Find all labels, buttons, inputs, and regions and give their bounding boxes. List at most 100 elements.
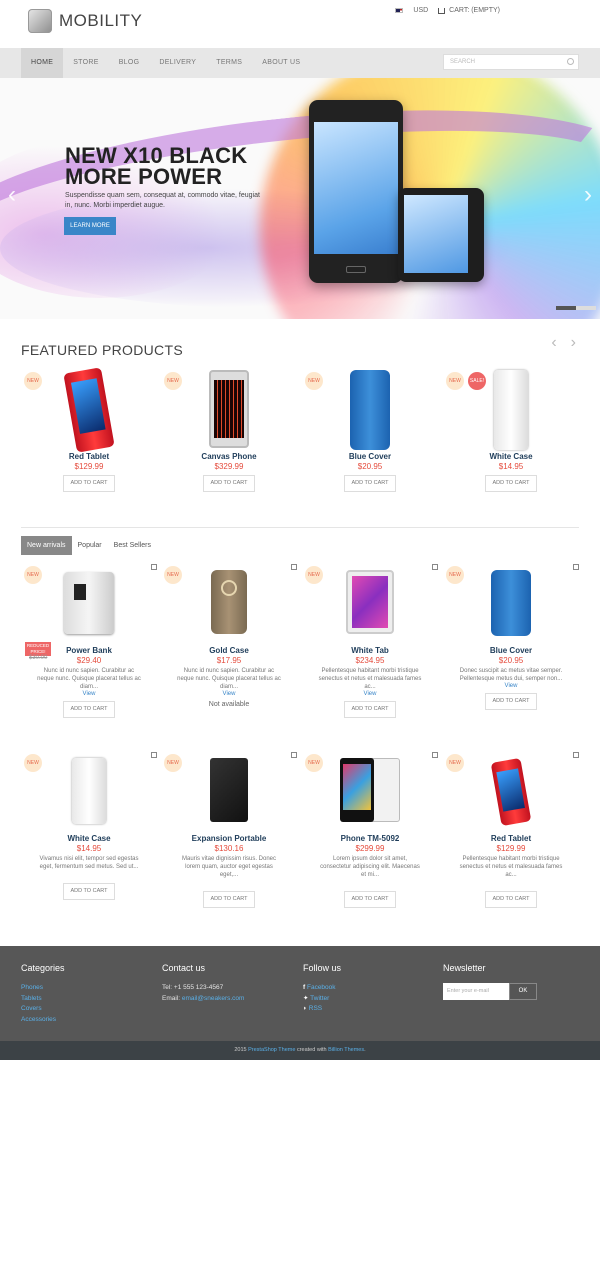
product-card[interactable]: NEW White Case $14.95 Vivamus nisi elit,… [19,750,159,900]
product-name[interactable]: White Tab [300,646,440,655]
featured-next-arrow[interactable]: › [571,334,576,352]
nav-store[interactable]: STORE [63,48,109,78]
product-image[interactable]: NEW [441,750,581,832]
add-to-cart-button[interactable]: ADD TO CART [344,701,396,718]
compare-checkbox[interactable] [151,752,157,758]
search-input[interactable]: SEARCH [443,54,579,70]
product-name[interactable]: Canvas Phone [159,452,299,461]
product-image[interactable]: NEW [441,562,581,644]
nav-terms[interactable]: TERMS [206,48,252,78]
product-card[interactable]: NEW Phone TM-5092 $299.99 Lorem ipsum do… [300,750,440,908]
product-card[interactable]: NEW Gold Case $17.95 Nunc id nunc sapien… [159,562,299,718]
product-name[interactable]: Phone TM-5092 [300,834,440,843]
footer-categories: Categories Phones Tablets Covers Accesso… [21,963,65,1025]
compare-checkbox[interactable] [291,564,297,570]
product-card[interactable]: NEW Red Tablet $129.99 ADD TO CART [19,367,159,492]
product-image[interactable]: NEW [300,368,440,450]
product-card[interactable]: NEW Red Tablet $129.99 Pellentesque habi… [441,750,581,908]
add-to-cart-button[interactable]: ADD TO CART [203,475,255,492]
tab-popular[interactable]: Popular [72,536,108,555]
featured-prev-arrow[interactable]: ‹ [551,334,556,352]
nav-blog[interactable]: BLOG [109,48,150,78]
add-to-cart-button[interactable]: ADD TO CART [63,475,115,492]
add-to-cart-button[interactable]: ADD TO CART [63,701,115,718]
compare-checkbox[interactable] [151,564,157,570]
product-card[interactable]: NEW Blue Cover $20.95 ADD TO CART [300,368,440,492]
add-to-cart-button[interactable]: ADD TO CART [485,693,537,710]
compare-checkbox[interactable] [573,564,579,570]
product-name[interactable]: Blue Cover [441,646,581,655]
nav-delivery[interactable]: DELIVERY [149,48,206,78]
contact-email-link[interactable]: email@sneakers.com [182,995,245,1002]
facebook-link[interactable]: f Facebook [303,983,341,994]
add-to-cart-button[interactable]: ADD TO CART [344,891,396,908]
footer-link-covers[interactable]: Covers [21,1004,65,1015]
product-name[interactable]: Blue Cover [300,452,440,461]
footer-link-phones[interactable]: Phones [21,983,65,994]
rss-link[interactable]: ◗ RSS [303,1004,341,1015]
newsletter-email-input[interactable]: Enter your e-mail [443,983,509,1000]
nav-about-us[interactable]: ABOUT US [252,48,310,78]
slider-next-arrow[interactable]: › [584,181,592,209]
product-card[interactable]: NEW REDUCED PRICE! $30.00 Power Bank $29… [19,562,159,718]
footer-link-tablets[interactable]: Tablets [21,994,65,1005]
product-card[interactable]: NEW SALE! White Case $14.95 ADD TO CART [441,368,581,492]
product-name[interactable]: White Case [441,452,581,461]
product-price: $129.99 [74,462,104,471]
learn-more-button[interactable]: LEARN MORE [64,217,116,235]
product-image[interactable]: NEW [300,562,440,644]
product-image[interactable]: NEW SALE! [441,368,581,450]
compare-checkbox[interactable] [432,752,438,758]
product-image[interactable]: NEW [159,750,299,832]
product-image[interactable]: NEW [159,562,299,644]
slider-pager[interactable] [556,306,596,310]
footer-link-accessories[interactable]: Accessories [21,1015,65,1026]
add-to-cart-button[interactable]: ADD TO CART [485,475,537,492]
product-name[interactable]: Red Tablet [441,834,581,843]
section-divider [21,527,579,528]
cart-link[interactable]: CART: (EMPTY) [438,7,500,14]
copyright-author-link[interactable]: Billion Themes [328,1047,364,1053]
compare-checkbox[interactable] [573,752,579,758]
copyright-theme-link[interactable]: PrestaShop Theme [248,1047,295,1053]
add-to-cart-button[interactable]: ADD TO CART [63,883,115,900]
search-icon[interactable] [567,58,574,65]
product-name[interactable]: White Case [19,834,159,843]
nav-home[interactable]: HOME [21,48,64,78]
view-link[interactable]: View [300,691,440,697]
newsletter-submit-button[interactable]: OK [509,983,537,1000]
currency-selector[interactable]: USD [413,7,428,14]
product-card[interactable]: NEW White Tab $234.95 Pellentesque habit… [300,562,440,718]
slider-prev-arrow[interactable]: ‹ [8,181,16,209]
add-to-cart-button[interactable]: ADD TO CART [203,891,255,908]
product-name[interactable]: Red Tablet [19,452,159,461]
tab-new-arrivals[interactable]: New arrivals [21,536,72,555]
product-card[interactable]: NEW Blue Cover $20.95 Donec suscipit ac … [441,562,581,710]
new-badge: NEW [24,566,42,584]
view-link[interactable]: View [159,691,299,697]
product-name[interactable]: Gold Case [159,646,299,655]
rss-label: RSS [308,1005,323,1012]
new-badge: NEW [164,566,182,584]
view-link[interactable]: View [19,691,159,697]
cart-label: CART: (EMPTY) [449,7,500,14]
compare-checkbox[interactable] [432,564,438,570]
product-image[interactable]: NEW REDUCED PRICE! $30.00 [19,562,159,661]
add-to-cart-button[interactable]: ADD TO CART [344,475,396,492]
view-link[interactable]: View [441,683,581,689]
compare-checkbox[interactable] [291,752,297,758]
phone-image [309,100,403,283]
product-name[interactable]: Expansion Portable [159,834,299,843]
us-flag-icon[interactable] [395,8,404,13]
product-image[interactable]: NEW [19,367,159,453]
product-image[interactable]: NEW [159,368,299,450]
product-image[interactable]: NEW [300,750,440,832]
product-image[interactable]: NEW [19,750,159,832]
product-card[interactable]: NEW Expansion Portable $130.16 Mauris vi… [159,750,299,908]
product-card[interactable]: NEW Canvas Phone $329.99 ADD TO CART [159,368,299,492]
tab-best-sellers[interactable]: Best Sellers [108,536,157,555]
logo[interactable]: MOBILITY [28,9,142,33]
new-badge: NEW [446,754,464,772]
twitter-link[interactable]: ✦ Twitter [303,994,341,1005]
add-to-cart-button[interactable]: ADD TO CART [485,891,537,908]
